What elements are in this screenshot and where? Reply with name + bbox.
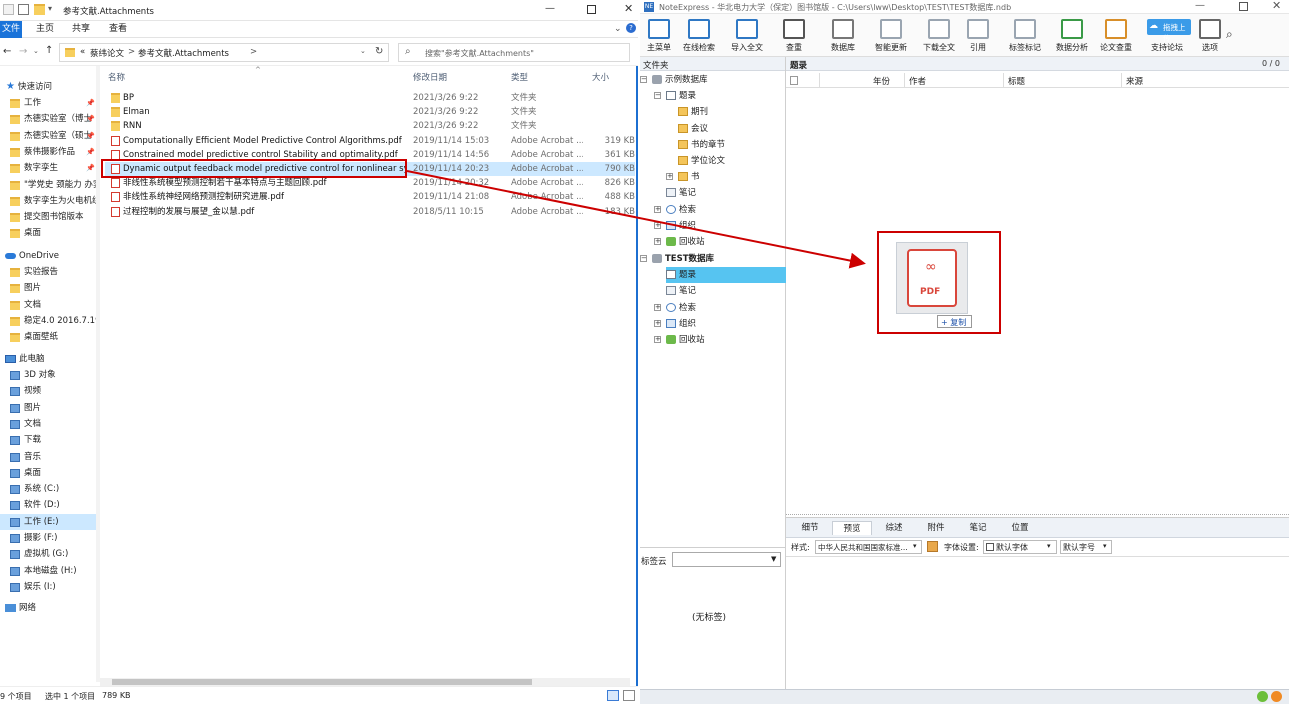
pdf-label: PDF bbox=[920, 287, 941, 297]
pdf-file-icon: ∞ PDF bbox=[907, 249, 957, 307]
arrow-line bbox=[406, 170, 866, 269]
dragged-file-ghost: ∞ PDF bbox=[896, 242, 968, 314]
copy-tooltip: + 复制 bbox=[937, 315, 972, 328]
drag-arrow bbox=[406, 170, 866, 269]
acrobat-logo-icon: ∞ bbox=[925, 259, 937, 275]
copy-label: + 复制 bbox=[941, 318, 967, 327]
